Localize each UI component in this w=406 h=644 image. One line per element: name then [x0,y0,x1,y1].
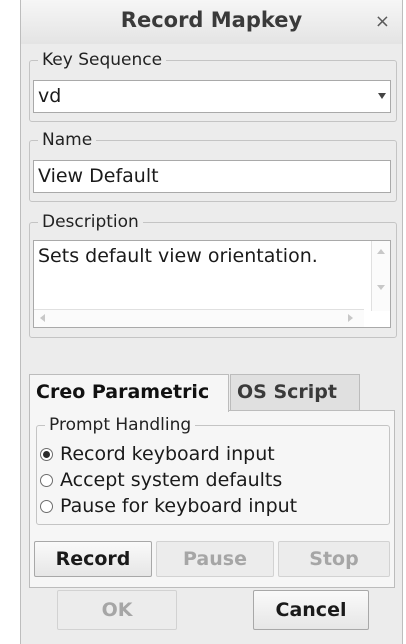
name-legend: Name [42,130,93,150]
scroll-right-icon[interactable] [348,314,353,322]
name-input[interactable]: View Default [33,160,391,193]
tab-panel: Prompt Handling Record keyboard input Ac… [29,410,395,588]
record-mapkey-dialog: Record Mapkey × Key Sequence vd Name Vie… [20,0,403,644]
radio-button[interactable] [40,474,53,487]
tab-os-script[interactable]: OS Script [230,374,360,410]
pause-button[interactable]: Pause [156,541,274,577]
scroll-up-icon[interactable] [377,249,385,254]
description-legend: Description [42,212,139,232]
description-textarea[interactable]: Sets default view orientation. [33,240,391,328]
tab-label: OS Script [237,381,337,403]
key-sequence-legend: Key Sequence [42,50,163,70]
prompt-handling-legend: Prompt Handling [49,415,192,435]
tab-label: Creo Parametric [36,381,210,403]
title-bar: Record Mapkey × [21,0,402,44]
chevron-down-icon[interactable] [378,93,386,99]
radio-button[interactable] [40,500,53,513]
record-button[interactable]: Record [34,541,152,577]
scroll-down-icon[interactable] [377,285,385,290]
scroll-left-icon[interactable] [40,314,45,322]
horizontal-scrollbar[interactable] [34,309,364,327]
tab-creo-parametric[interactable]: Creo Parametric [29,374,229,412]
vertical-scrollbar[interactable] [371,241,390,311]
name-value: View Default [38,165,159,187]
ok-button[interactable]: OK [57,590,177,630]
radio-label: Accept system defaults [60,469,283,491]
description-value: Sets default view orientation. [38,245,318,267]
close-icon[interactable]: × [375,11,390,32]
dialog-title: Record Mapkey [120,8,303,32]
radio-label: Pause for keyboard input [60,495,298,517]
radio-button[interactable] [40,448,53,461]
key-sequence-dropdown[interactable]: vd [33,80,391,113]
cancel-button[interactable]: Cancel [253,590,369,630]
stop-button[interactable]: Stop [278,541,390,577]
radio-label: Record keyboard input [60,443,275,465]
key-sequence-value: vd [38,85,62,107]
